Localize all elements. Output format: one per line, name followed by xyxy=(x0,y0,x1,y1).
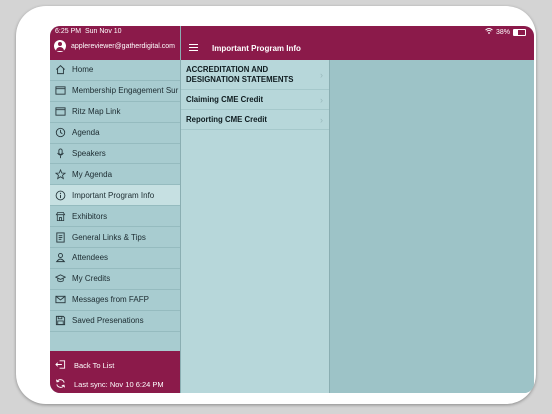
chevron-right-icon: › xyxy=(320,114,323,125)
last-sync[interactable]: Last sync: Nov 10 6:24 PM xyxy=(55,378,164,391)
chevron-right-icon: › xyxy=(320,94,323,105)
list-item-label: Claiming CME Credit xyxy=(186,95,264,104)
sidebar-item-general-links[interactable]: General Links & Tips xyxy=(50,227,180,249)
status-date: Sun Nov 10 xyxy=(84,28,122,35)
microphone-icon xyxy=(55,148,66,159)
sidebar-item-label: Important Program Info xyxy=(72,190,155,200)
status-time-date: 6:25 PM Sun Nov 10 xyxy=(55,28,122,35)
sidebar-item-label: Saved Presenations xyxy=(72,316,144,326)
sidebar-item-label: Speakers xyxy=(72,149,106,158)
list-item-label: ACCREDITATION AND DESIGNATION STATEMENTS xyxy=(186,65,294,84)
exit-icon xyxy=(55,359,66,372)
sidebar-item-exhibitors[interactable]: Exhibitors xyxy=(50,206,180,228)
sidebar-item-ritz-map[interactable]: Ritz Map Link xyxy=(50,102,180,123)
list-item-claiming-cme[interactable]: Claiming CME Credit › xyxy=(181,90,329,110)
list-item-label: Reporting CME Credit xyxy=(186,115,267,124)
save-icon xyxy=(55,315,66,326)
ipad-frame: 6:25 PM Sun Nov 10 38% applereviewer@gat… xyxy=(16,6,536,404)
back-to-list-button[interactable]: Back To List xyxy=(55,359,114,372)
document-icon xyxy=(55,232,66,243)
status-time: 6:25 PM xyxy=(55,28,82,35)
program-info-list: ACCREDITATION AND DESIGNATION STATEMENTS… xyxy=(181,60,329,130)
booth-icon xyxy=(55,211,66,222)
status-right: 38% xyxy=(485,28,526,36)
app-screen: 6:25 PM Sun Nov 10 38% applereviewer@gat… xyxy=(50,26,534,393)
avatar-icon xyxy=(54,40,66,52)
user-email: applereviewer@gatherdigital.com xyxy=(71,42,175,50)
sidebar-item-important-program-info[interactable]: Important Program Info xyxy=(50,185,180,207)
program-info-panel: Important Program Info ACCREDITATION AND… xyxy=(180,26,331,393)
list-item-accreditation[interactable]: ACCREDITATION AND DESIGNATION STATEMENTS… xyxy=(181,60,329,90)
sidebar-item-membership-survey[interactable]: Membership Engagement Sur xyxy=(50,81,180,102)
sidebar-item-label: My Agenda xyxy=(72,169,113,179)
sidebar-item-label: Agenda xyxy=(72,128,100,138)
envelope-icon xyxy=(55,294,66,305)
sidebar-item-speakers[interactable]: Speakers xyxy=(50,144,180,165)
content-area xyxy=(330,60,534,393)
sidebar-item-messages[interactable]: Messages from FAFP xyxy=(50,290,180,311)
back-to-list-label: Back To List xyxy=(74,361,115,370)
sidebar-item-label: Membership Engagement Sur xyxy=(72,86,179,96)
wifi-icon xyxy=(485,28,493,36)
clock-icon xyxy=(55,127,66,138)
sidebar-menu: Home Membership Engagement Sur Ritz Map … xyxy=(50,60,180,332)
graduation-cap-icon xyxy=(55,273,66,284)
user-account[interactable]: applereviewer@gatherdigital.com xyxy=(54,40,175,52)
sidebar: applereviewer@gatherdigital.com Home Mem… xyxy=(50,26,180,393)
sidebar-item-agenda[interactable]: Agenda xyxy=(50,123,180,144)
last-sync-label: Last sync: Nov 10 6:24 PM xyxy=(74,380,164,389)
sidebar-item-label: Messages from FAFP xyxy=(72,295,149,305)
people-icon xyxy=(55,252,66,263)
panel-title: Important Program Info xyxy=(212,44,301,53)
list-item-reporting-cme[interactable]: Reporting CME Credit › xyxy=(181,110,329,130)
sidebar-item-my-agenda[interactable]: My Agenda xyxy=(50,164,180,186)
info-icon xyxy=(55,190,66,201)
battery-percent: 38% xyxy=(495,28,510,36)
star-icon xyxy=(55,168,66,180)
battery-icon xyxy=(513,28,526,36)
window-icon xyxy=(55,85,66,96)
sidebar-item-attendees[interactable]: Attendees xyxy=(50,248,180,269)
sidebar-item-label: Home xyxy=(72,65,94,75)
home-icon xyxy=(55,64,66,75)
sidebar-item-label: Ritz Map Link xyxy=(72,107,121,117)
sidebar-item-saved-presentations[interactable]: Saved Presenations xyxy=(50,311,180,332)
sidebar-item-label: Exhibitors xyxy=(72,211,108,221)
sidebar-footer: Back To List Last sync: Nov 10 6:24 PM xyxy=(50,351,180,393)
status-bar: 6:25 PM Sun Nov 10 38% xyxy=(50,26,534,38)
sidebar-item-label: General Links & Tips xyxy=(72,232,146,242)
sidebar-item-my-credits[interactable]: My Credits xyxy=(50,269,180,290)
window-icon xyxy=(55,106,66,117)
sidebar-item-home[interactable]: Home xyxy=(50,60,180,81)
hamburger-menu-icon[interactable] xyxy=(189,44,198,52)
sync-icon xyxy=(55,378,66,391)
chevron-right-icon: › xyxy=(320,69,323,80)
sidebar-item-label: My Credits xyxy=(72,274,111,284)
sidebar-item-label: Attendees xyxy=(72,253,109,263)
